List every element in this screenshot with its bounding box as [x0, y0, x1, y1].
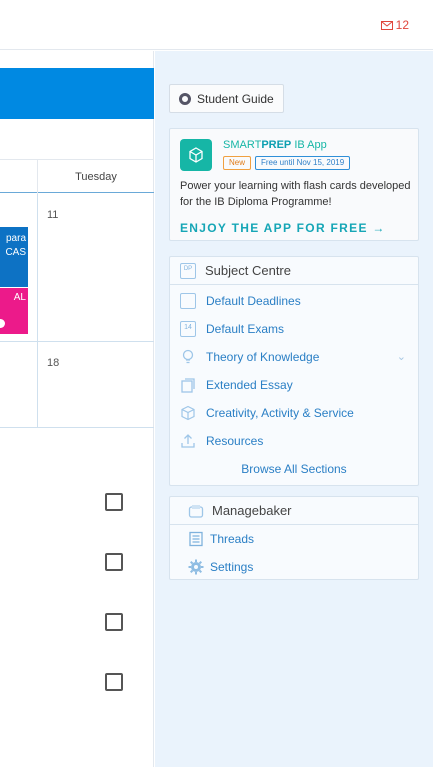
promo-title: SMARTPREP IB App — [223, 139, 327, 151]
clipboard-check-icon — [180, 293, 196, 309]
top-bar: 12 — [0, 0, 433, 50]
enjoy-app-link[interactable]: ENJOY THE APP FOR FREE → — [180, 221, 386, 235]
task-checkbox[interactable] — [105, 613, 123, 631]
calendar-day-cell[interactable]: 11 — [37, 194, 154, 341]
browse-all-sections-link[interactable]: Browse All Sections — [170, 462, 418, 476]
free-badge: Free until Nov 15, 2019 — [255, 156, 351, 170]
subject-item-default-deadlines[interactable]: Default Deadlines — [180, 293, 301, 309]
task-checkbox[interactable] — [105, 553, 123, 571]
managebaker-header: Managebaker — [170, 497, 418, 525]
subject-item-theory-of-knowledge[interactable]: Theory of Knowledge — [180, 349, 319, 365]
gear-icon — [188, 559, 204, 575]
subject-centre-header: DP Subject Centre — [170, 257, 418, 285]
day-header-tuesday: Tuesday — [37, 160, 154, 194]
document-stack-icon — [181, 378, 195, 393]
task-checkbox[interactable] — [105, 493, 123, 511]
toaster-icon — [188, 504, 204, 518]
chevron-down-icon[interactable]: ⌄ — [397, 350, 406, 363]
upload-icon — [181, 434, 195, 448]
new-badge: New — [223, 156, 252, 170]
calendar-event-pink[interactable]: AL — [0, 288, 28, 334]
subject-centre-card: DP Subject Centre Default Deadlines 14 D… — [169, 256, 419, 486]
calendar-day-cell[interactable]: 18 — [37, 342, 154, 427]
cube-app-icon — [180, 139, 212, 171]
calendar-event-cas[interactable]: para CAS — [0, 227, 28, 287]
promo-description: Power your learning with flash cards dev… — [180, 180, 411, 208]
cube-icon — [181, 405, 195, 421]
mail-count: 12 — [395, 18, 409, 32]
lifebuoy-icon — [179, 92, 191, 105]
dp-icon: DP — [180, 262, 196, 279]
day-number: 18 — [47, 357, 60, 369]
calendar-week-row: 18 — [0, 342, 154, 428]
calendar-week-row: para CAS AL 11 — [0, 194, 154, 342]
threads-icon — [189, 531, 203, 547]
messages-link[interactable]: 12 — [380, 18, 409, 32]
calendar-banner — [0, 68, 154, 119]
student-guide-button[interactable]: Student Guide — [169, 84, 284, 113]
threads-link[interactable]: Threads — [188, 531, 254, 547]
smartprep-promo-card: SMARTPREP IB App New Free until Nov 15, … — [169, 128, 419, 241]
task-checkbox[interactable] — [105, 673, 123, 691]
subject-item-default-exams[interactable]: 14 Default Exams — [180, 321, 284, 337]
subject-item-extended-essay[interactable]: Extended Essay — [180, 377, 293, 393]
calendar-icon: 14 — [180, 321, 196, 337]
right-sidebar: Student Guide SMARTPREP IB App New Free … — [155, 51, 433, 767]
mail-icon — [380, 20, 393, 30]
lightbulb-icon — [182, 349, 194, 364]
subject-item-resources[interactable]: Resources — [180, 433, 263, 449]
subject-item-cas[interactable]: Creativity, Activity & Service — [180, 405, 354, 421]
day-number: 11 — [47, 209, 59, 221]
calendar-header: Tuesday — [0, 159, 154, 194]
main-content: Tuesday para CAS AL 11 18 — [0, 51, 154, 767]
settings-link[interactable]: Settings — [188, 559, 253, 575]
managebaker-card: Managebaker Threads Settings — [169, 496, 419, 580]
